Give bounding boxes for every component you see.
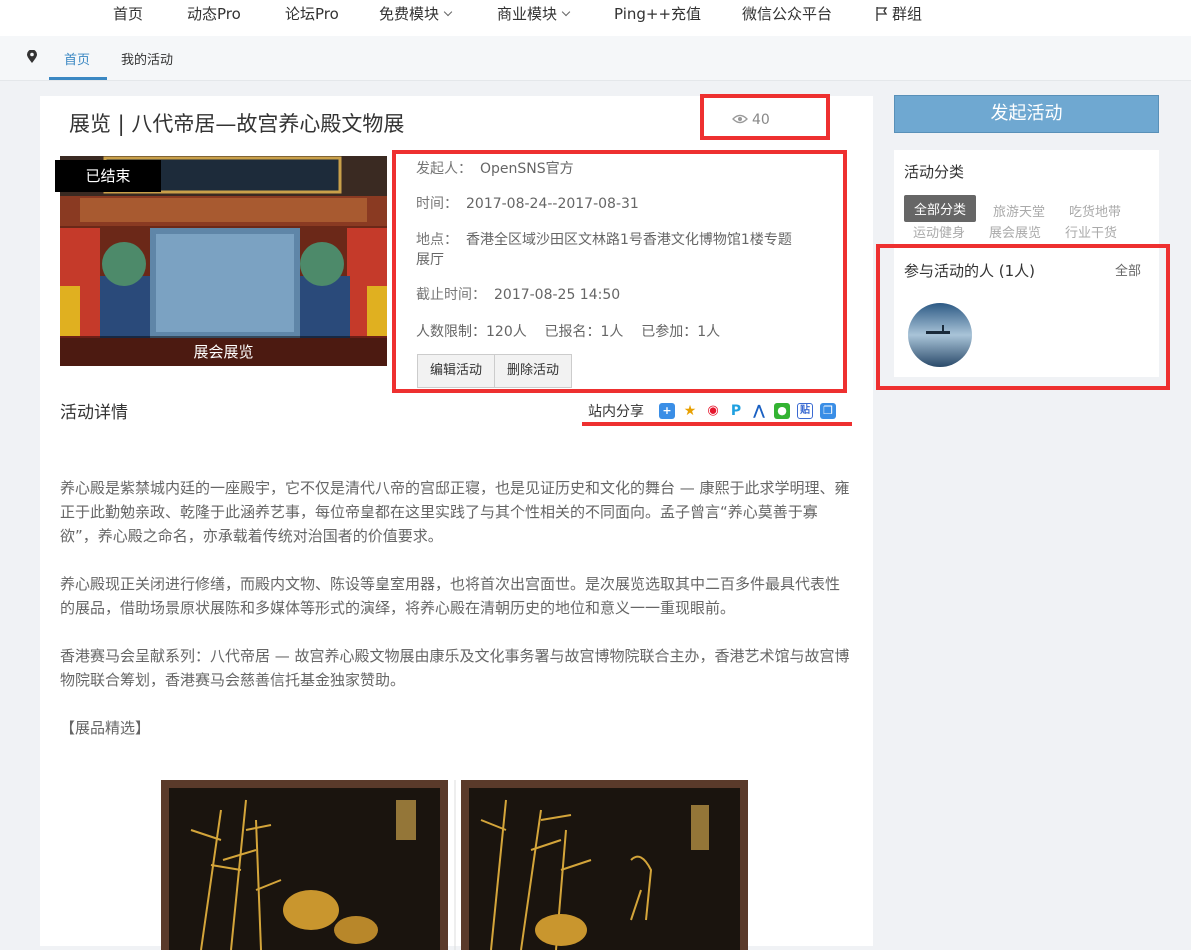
description-paragraph-4: 【展品精选】 [60,719,151,737]
wechat-icon[interactable]: ● [774,403,790,419]
weibo-icon[interactable]: ◉ [705,403,721,419]
qzone-icon[interactable]: ★ [682,403,698,419]
nav-free-modules-label: 免费模块 [379,5,440,23]
category-fitness[interactable]: 运动健身 [913,222,965,241]
participants-panel: 参与活动的人 (1人) 全部 [894,250,1159,377]
nav-groups-label: 群组 [892,5,923,23]
organizer-row: 发起人： OpenSNS官方 [416,158,574,178]
share-label: 站内分享 [588,404,644,420]
avatar-lake-image [908,303,972,367]
pengyou-icon[interactable]: P [728,403,744,419]
nav-wechat-platform[interactable]: 微信公众平台 [742,3,832,24]
location-pin-icon [27,50,37,63]
share-bar: 站内分享 + ★ ◉ P ⋀ ● 贴 ❐ [588,401,836,421]
category-industry[interactable]: 行业干货 [1065,222,1117,241]
nav-business-modules[interactable]: 商业模块 [497,3,571,24]
plus-share-icon[interactable]: + [659,403,675,419]
copy-icon[interactable]: ❐ [820,403,836,419]
capacity-row: 人数限制：120人 已报名：1人 已参加：1人 [416,321,720,341]
tab-home[interactable]: 首页 [64,49,90,68]
deadline-value: 2017-08-25 14:50 [494,287,621,303]
capacity-text: 人数限制：120人 已报名：1人 已参加：1人 [416,324,721,340]
event-detail-card: 展览 | 八代帝居—故宫养心殿文物展 40 展会展览 已结束 发起人： OpenS… [40,94,873,950]
tab-my-events[interactable]: 我的活动 [121,49,173,68]
category-all[interactable]: 全部分类 [904,195,977,222]
organizer-label: 发起人： [416,161,472,177]
description-paragraph-2: 养心殿现正关闭进行修缮，而殿内文物、陈设等皇室用器，也将首次出宫面世。是次展览选… [60,575,841,617]
eye-icon [732,114,748,124]
details-heading: 活动详情 [60,403,128,423]
exhibit-image-right [461,780,748,950]
nav-forum-pro[interactable]: 论坛Pro [285,3,339,24]
renren-icon[interactable]: ⋀ [751,403,767,419]
time-row: 时间： 2017-08-24--2017-08-31 [416,193,639,213]
participants-heading: 参与活动的人 (1人) [904,262,1036,280]
location-row-continued: 展厅 [416,249,444,269]
cover-category-caption: 展会展览 [60,336,387,366]
time-value: 2017-08-24--2017-08-31 [466,196,639,212]
time-label: 时间： [416,196,458,212]
highlight-share-bar [582,422,852,434]
flag-icon [876,7,888,21]
location-value: 香港全区域沙田区文林路1号香港文化博物馆1楼专题 [466,232,792,248]
nav-groups[interactable]: 群组 [876,3,922,24]
avatar[interactable] [908,303,972,367]
category-heading: 活动分类 [904,163,965,181]
top-navigation: 首页 动态Pro 论坛Pro 免费模块 商业模块 Ping++充值 微信公众平台… [0,0,1191,36]
category-exhibition[interactable]: 展会展览 [989,222,1041,241]
tieba-icon[interactable]: 贴 [797,403,813,419]
category-travel[interactable]: 旅游天堂 [993,201,1045,220]
nav-business-modules-label: 商业模块 [497,5,558,23]
active-tab-indicator [49,77,107,80]
sub-navigation: 首页 我的活动 [0,36,1191,81]
chevron-down-icon [561,7,571,17]
category-panel: 活动分类 全部分类 旅游天堂 吃货地带 运动健身 展会展览 行业干货 [894,150,1159,250]
location-row: 地点： 香港全区域沙田区文林路1号香港文化博物馆1楼专题 [416,229,792,249]
exhibit-image-left [161,780,448,950]
location-label: 地点： [416,232,458,248]
view-count-value: 40 [752,112,770,128]
status-badge: 已结束 [55,160,161,192]
edit-event-button[interactable]: 编辑活动 [418,355,494,387]
view-count: 40 [732,112,770,128]
create-event-button[interactable]: 发起活动 [894,95,1159,133]
exhibit-gallery [161,780,748,950]
nav-home[interactable]: 首页 [113,3,143,24]
event-actions: 编辑活动 删除活动 [417,354,573,388]
deadline-label: 截止时间： [416,287,486,303]
organizer-value[interactable]: OpenSNS官方 [480,161,574,177]
description-paragraph-3: 香港赛马会呈献系列：八代帝居 — 故宫养心殿文物展由康乐及文化事务署与故宫博物院… [60,647,850,689]
nav-free-modules[interactable]: 免费模块 [379,3,453,24]
event-title: 展览 | 八代帝居—故宫养心殿文物展 [69,112,405,136]
chevron-down-icon [443,7,453,17]
nav-dongtai-pro[interactable]: 动态Pro [187,3,241,24]
location-value-continued: 展厅 [416,252,444,268]
delete-event-button[interactable]: 删除活动 [494,355,571,387]
nav-ping-recharge[interactable]: Ping++充值 [614,3,701,24]
category-food[interactable]: 吃货地带 [1069,201,1121,220]
participants-all-link[interactable]: 全部 [1115,260,1141,279]
deadline-row: 截止时间： 2017-08-25 14:50 [416,284,620,304]
description-paragraph-1: 养心殿是紫禁城内廷的一座殿宇，它不仅是清代八帝的宫邸正寝，也是见证历史和文化的舞… [60,479,850,545]
